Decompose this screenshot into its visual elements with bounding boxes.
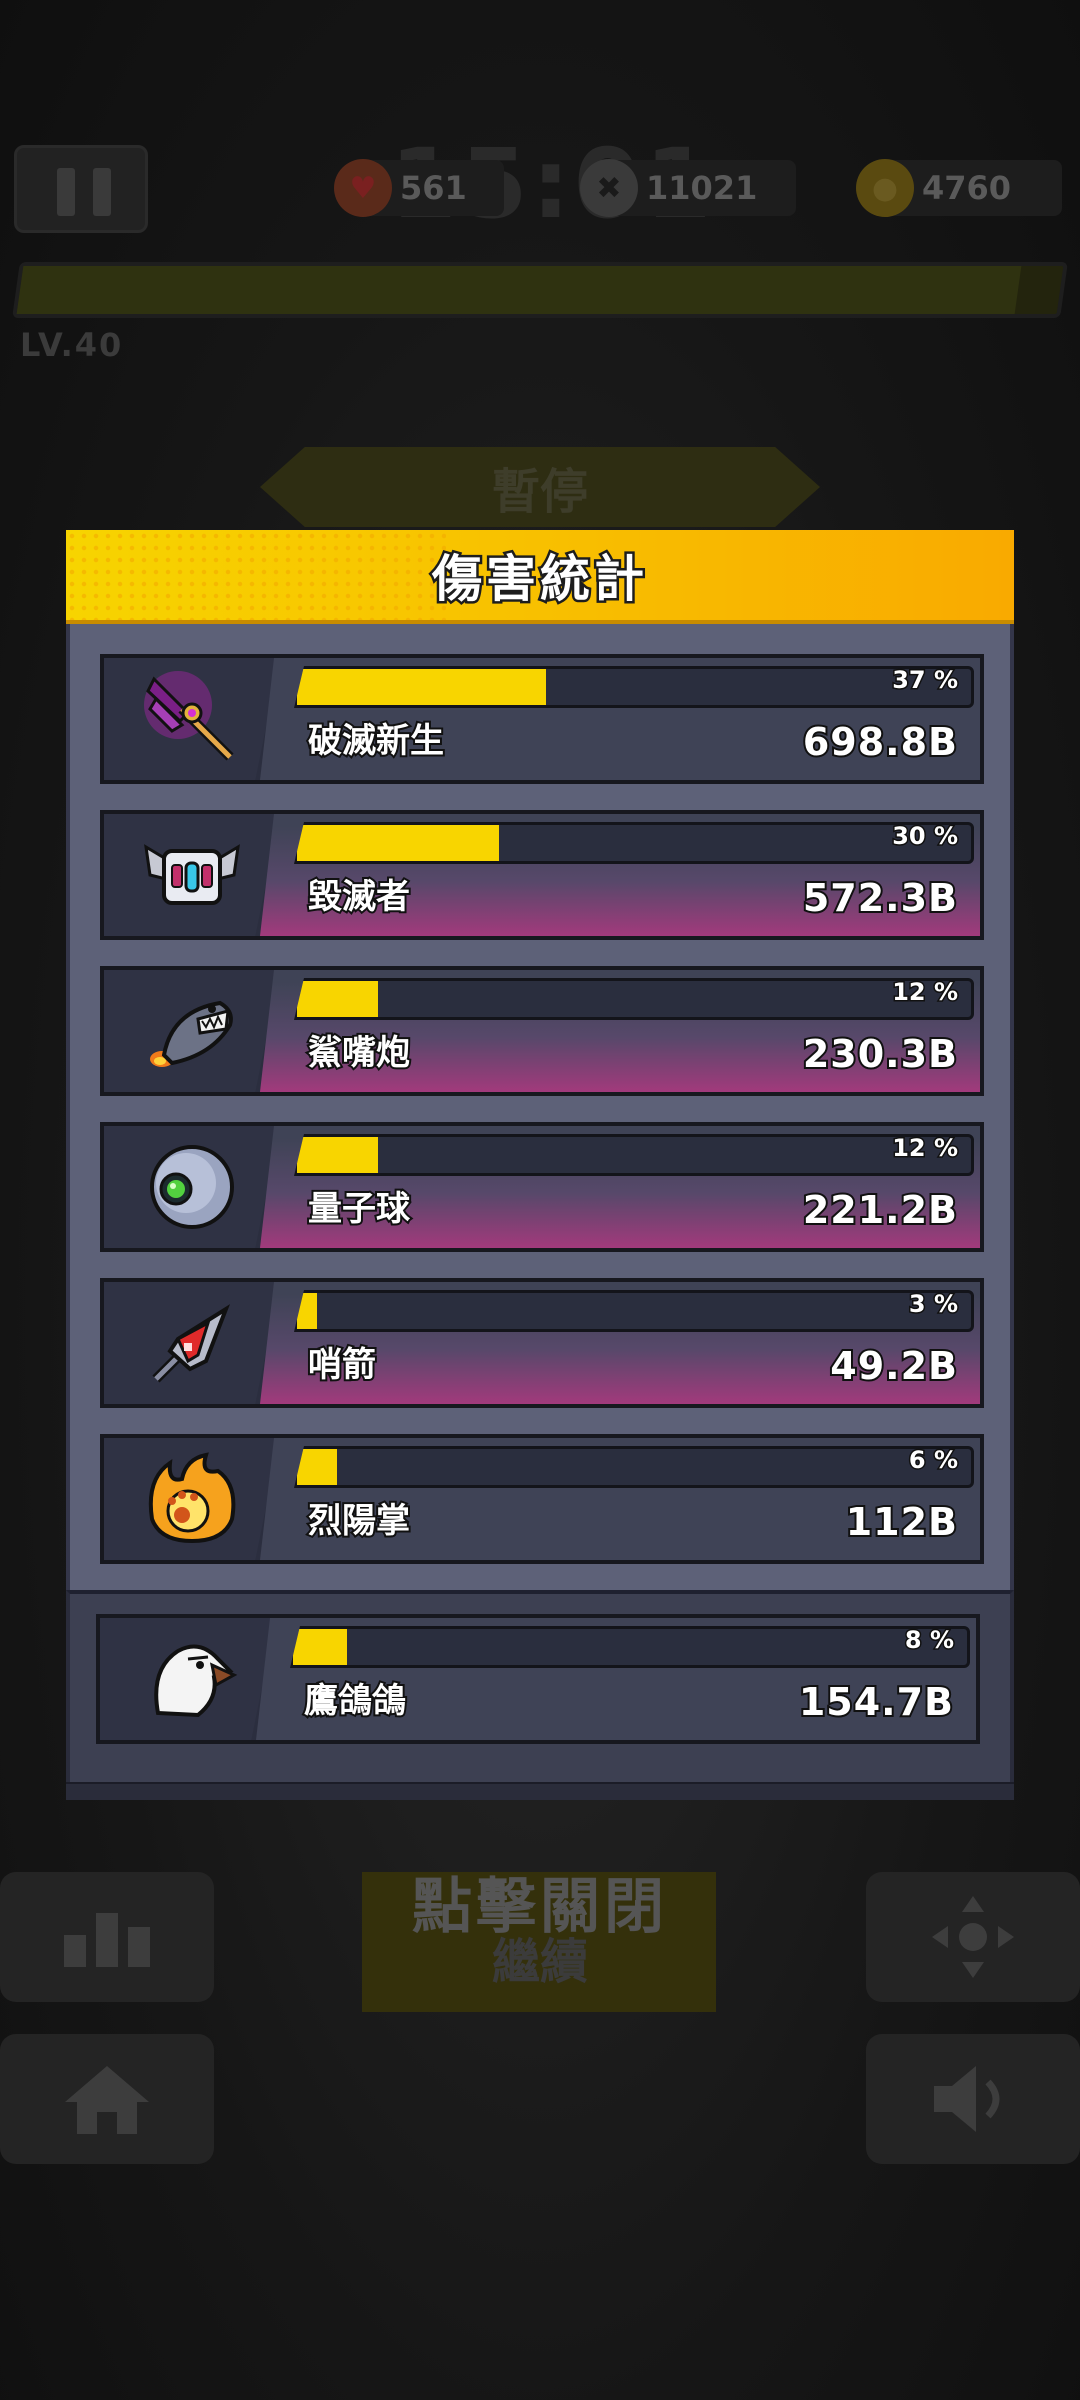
- shark-rocket-icon: [150, 1000, 233, 1067]
- flame-paw-icon: [148, 1452, 236, 1544]
- destroyer-drone-icon: [144, 844, 240, 905]
- damage-value: 230.3B: [801, 1030, 959, 1078]
- weapon-name: 哨箭: [306, 1343, 378, 1387]
- damage-percent: 3 %: [907, 1289, 959, 1320]
- level-label: LV.40: [20, 326, 124, 364]
- hearts-value: 561: [400, 169, 467, 207]
- weapon-name: 毀滅者: [306, 875, 412, 919]
- weapon-entry: 12 % 量子球 221.2B: [100, 1122, 984, 1252]
- continue-label: 繼續: [491, 1934, 588, 1990]
- damage-progress-bar: [294, 1446, 974, 1488]
- damage-progress-bar: [294, 1290, 974, 1332]
- home-button[interactable]: [0, 2034, 214, 2164]
- damage-percent: 12 %: [891, 1133, 960, 1164]
- weapon-entry: 6 % 烈陽掌 112B: [100, 1434, 984, 1564]
- damage-value: 221.2B: [801, 1186, 959, 1234]
- damage-progress-bar: [294, 822, 974, 864]
- damage-percent: 8 %: [903, 1625, 955, 1656]
- weapon-name: 破滅新生: [306, 719, 446, 763]
- weapon-entry: 12 % 鯊嘴炮 230.3B: [100, 966, 984, 1096]
- companion-name: 鷹鴿鴿: [302, 1679, 408, 1723]
- damage-value: 49.2B: [828, 1342, 959, 1390]
- sound-button[interactable]: [866, 2034, 1080, 2164]
- pause-title: 暫停: [491, 464, 588, 520]
- dialog-title: 傷害統計: [430, 548, 648, 611]
- whistle-arrow-icon: [152, 1304, 231, 1383]
- weapon-entry: 3 % 哨箭 49.2B: [100, 1278, 984, 1408]
- damage-value: 572.3B: [801, 874, 959, 922]
- damage-progress-bar: [290, 1626, 970, 1668]
- coins-counter: ● 4760: [856, 159, 1062, 217]
- kills-value: 11021: [646, 169, 758, 207]
- pause-banner: 暫停: [260, 447, 820, 527]
- speaker-icon: [934, 2066, 1000, 2132]
- kills-counter: ✖ 11021: [580, 159, 796, 217]
- companion-section: 8 % 鷹鴿鴿 154.7B: [66, 1590, 1014, 1782]
- experience-bar: [12, 262, 1068, 318]
- damage-value: 698.8B: [801, 718, 959, 766]
- companion-entry: 8 % 鷹鴿鴿 154.7B: [96, 1614, 980, 1744]
- damage-percent: 6 %: [907, 1445, 959, 1476]
- dialog-footer: [66, 1782, 1014, 1800]
- skull-icon: ✖: [580, 159, 638, 217]
- hearts-counter: ♥ 561: [334, 159, 504, 217]
- purple-axe-icon: [144, 671, 234, 761]
- heart-icon: ♥: [334, 159, 392, 217]
- damage-percent: 30 %: [891, 821, 960, 852]
- eagle-pigeon-icon: [154, 1644, 238, 1718]
- damage-value: 154.7B: [797, 1678, 955, 1726]
- damage-progress-bar: [294, 666, 974, 708]
- weapon-entry: 30 % 毀滅者 572.3B: [100, 810, 984, 940]
- pause-icon: [57, 168, 75, 216]
- weapon-entry: 37 % 破滅新生 698.8B: [100, 654, 984, 784]
- home-icon: [65, 2066, 149, 2134]
- weapon-name: 量子球: [306, 1187, 412, 1231]
- pause-button[interactable]: [14, 145, 148, 233]
- quantum-orb-icon: [150, 1145, 234, 1229]
- damage-progress-bar: [294, 1134, 974, 1176]
- weapon-list: 37 % 破滅新生 698.8B 30 % 毀滅者 572.3B 12 % 鯊嘴…: [66, 624, 1014, 1624]
- damage-percent: 37 %: [891, 665, 960, 696]
- weapon-name: 鯊嘴炮: [306, 1031, 412, 1075]
- damage-percent: 12 %: [891, 977, 960, 1008]
- damage-stats-dialog: 傷害統計 37 % 破滅新生 698.8B 30 % 毀滅者 572.3B 12…: [66, 530, 1014, 1800]
- damage-progress-bar: [294, 978, 974, 1020]
- damage-value: 112B: [844, 1498, 959, 1546]
- coin-icon: ●: [856, 159, 914, 217]
- dialog-header: 傷害統計: [66, 530, 1014, 624]
- weapon-name: 烈陽掌: [306, 1499, 412, 1543]
- coins-value: 4760: [922, 169, 1012, 207]
